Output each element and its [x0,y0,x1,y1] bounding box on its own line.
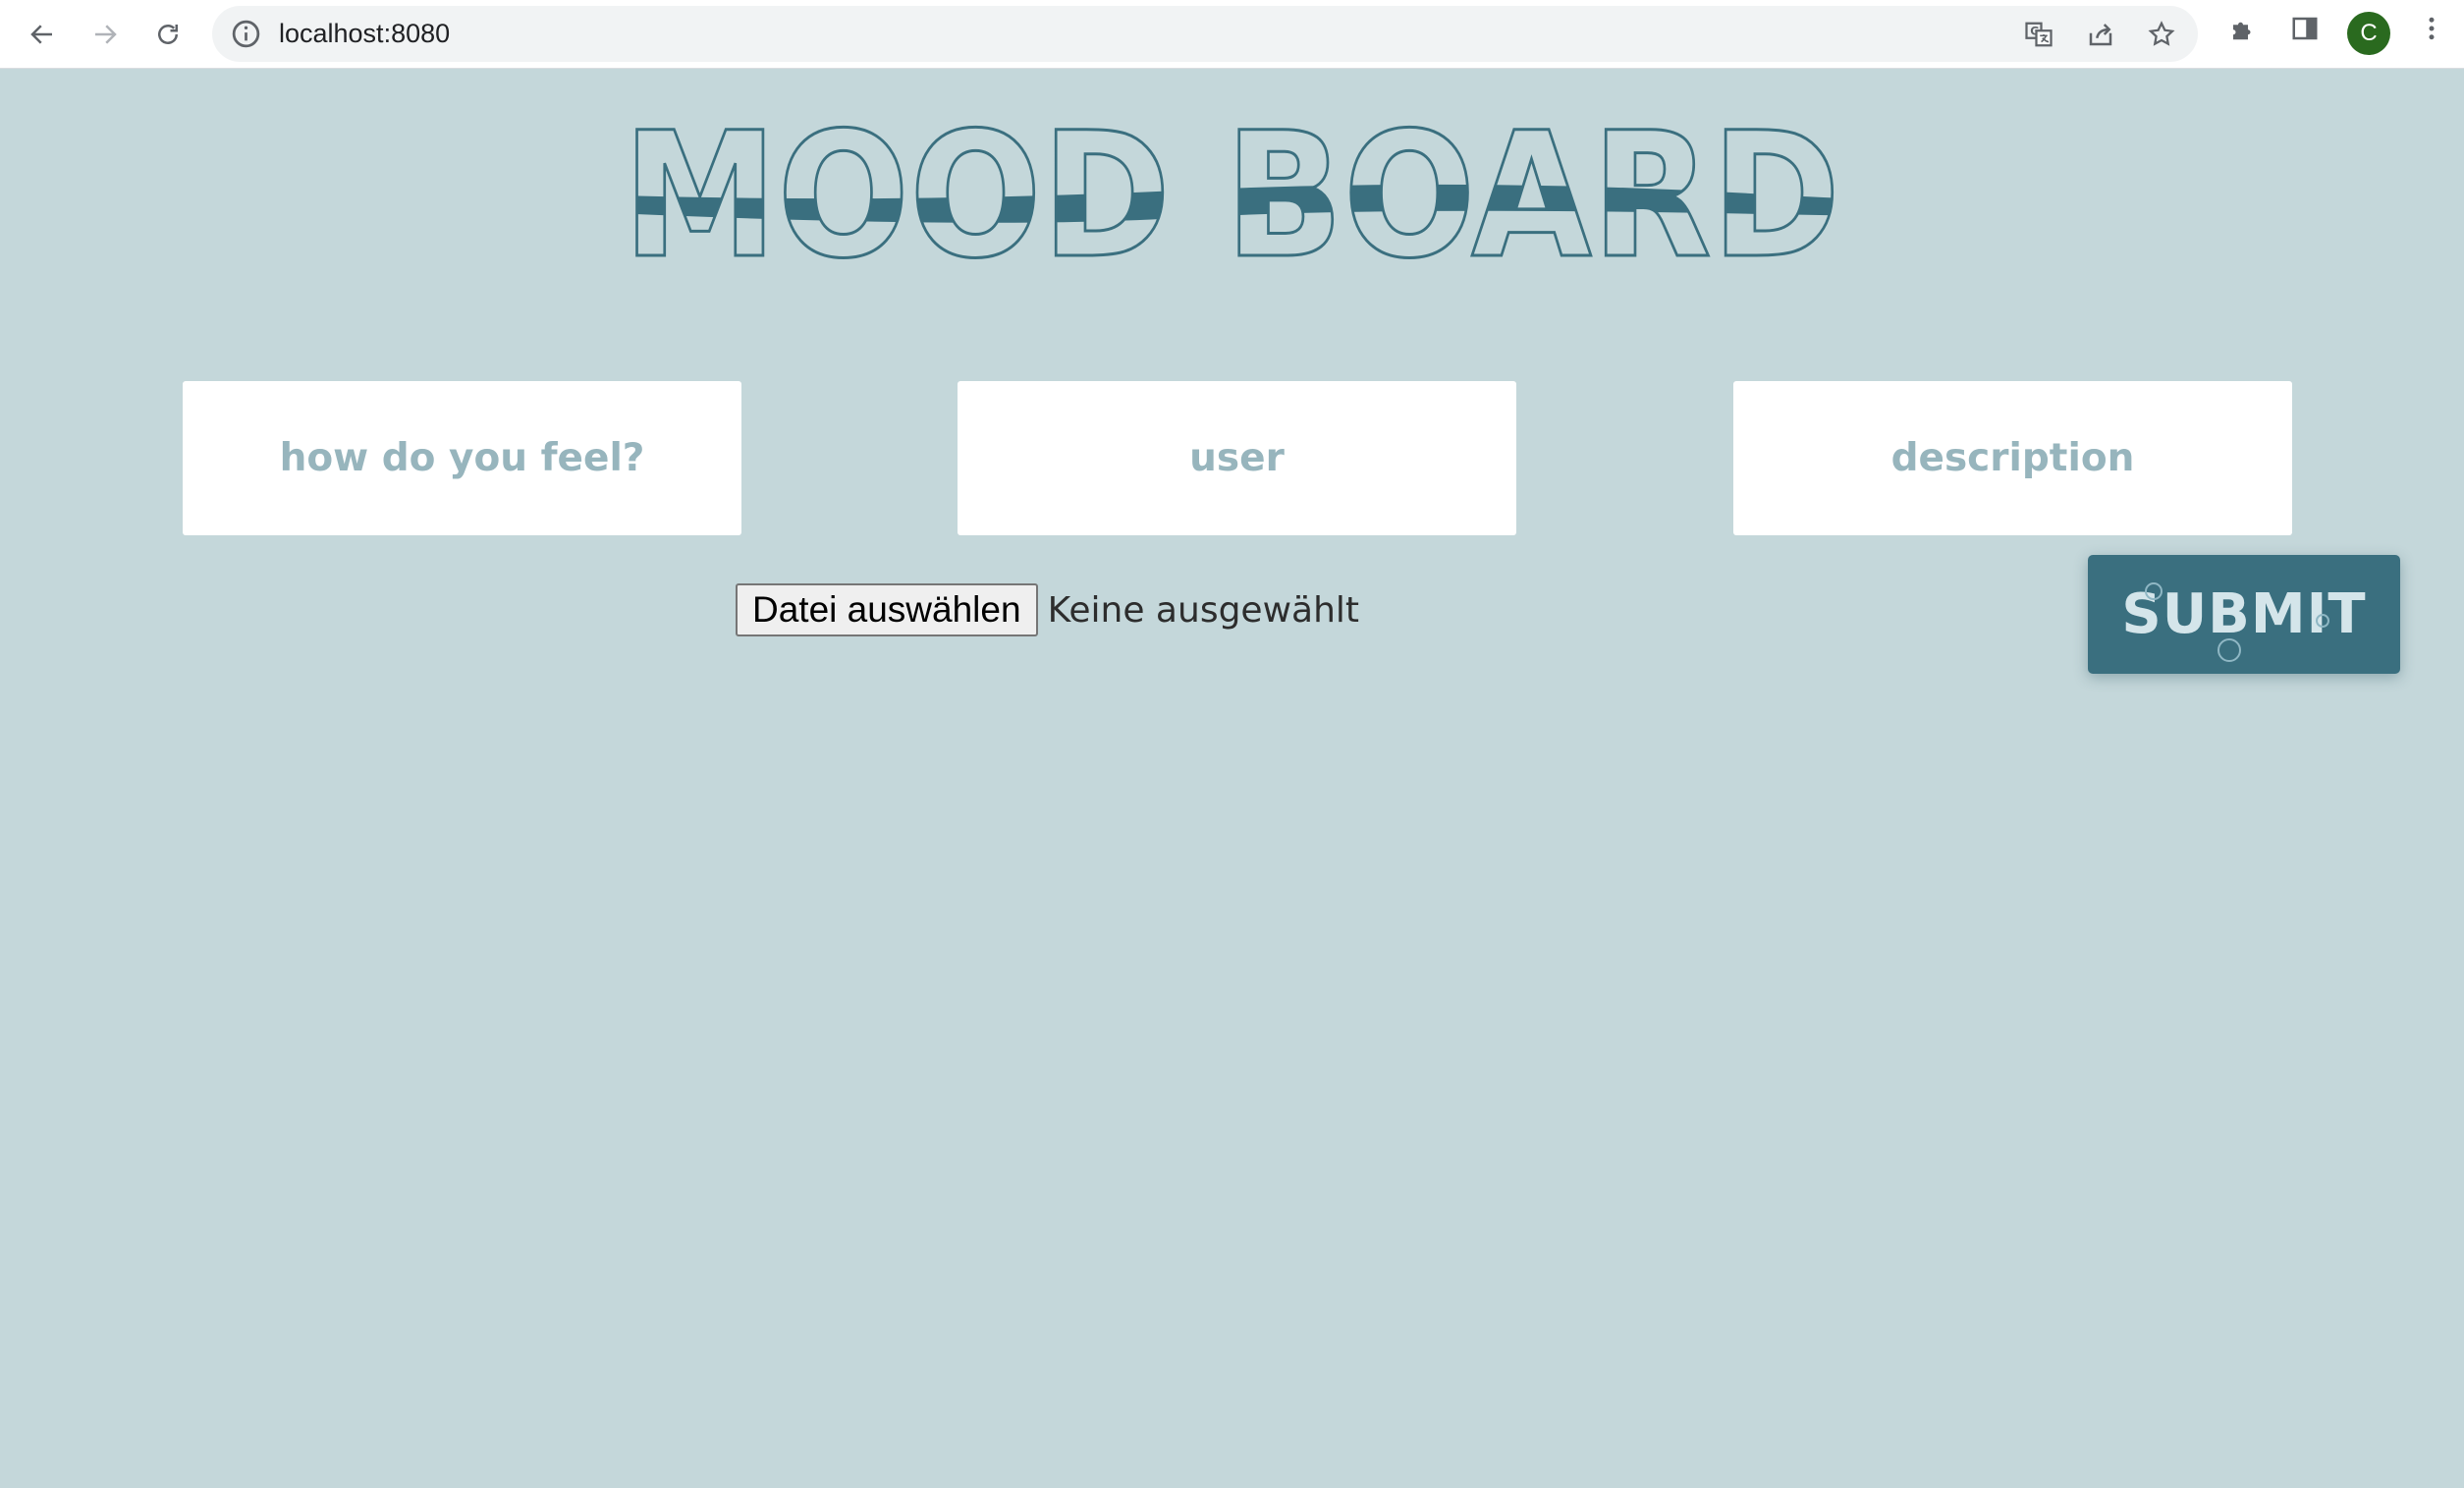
puzzle-icon[interactable] [2226,12,2260,45]
file-status-text: Keine ausgewählt [1047,589,1360,631]
file-input: Datei auswählen Keine ausgewählt [736,583,1359,636]
submit-button[interactable]: SUBMIT [2088,555,2400,674]
reload-button[interactable] [143,10,192,59]
profile-avatar[interactable]: C [2347,12,2390,55]
forward-button[interactable] [81,10,130,59]
arrow-left-icon [30,25,52,44]
star-icon[interactable] [2145,18,2178,51]
address-bar[interactable]: localhost:8080 G [212,6,2198,62]
bubble-decoration [2145,582,2163,600]
translate-icon[interactable]: G [2022,18,2055,51]
back-button[interactable] [18,10,67,59]
page-title: MOOD BOARD MOOD BOARD [0,108,2464,280]
kebab-menu-icon[interactable] [2415,12,2448,45]
arrow-right-icon [95,25,117,44]
url-text: localhost:8080 [279,19,451,48]
bubble-decoration [2316,614,2329,628]
bubble-decoration [2218,638,2241,662]
share-icon[interactable] [2084,18,2117,51]
info-icon[interactable] [230,18,262,50]
reload-icon [158,25,178,44]
description-input[interactable] [1733,381,2292,535]
side-panel-icon[interactable] [2288,12,2322,45]
browser-toolbar: localhost:8080 G C [0,0,2464,69]
user-input[interactable] [958,381,1516,535]
feeling-input[interactable] [183,381,741,535]
choose-file-button[interactable]: Datei auswählen [736,583,1038,636]
